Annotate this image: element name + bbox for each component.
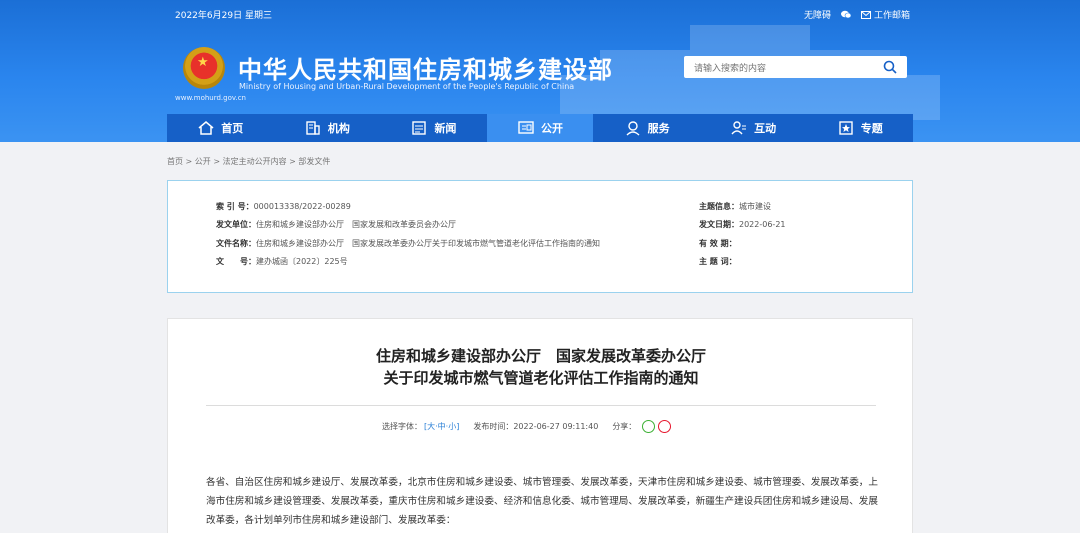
- nav-label: 机构: [327, 122, 350, 135]
- document-metadata: 索 引 号：000013338/2022-00289 发文单位：住房和城乡建设部…: [167, 180, 913, 293]
- share-buttons: [642, 420, 672, 433]
- meta-issuer: 发文单位：住房和城乡建设部办公厅 国家发展和改革委员会办公厅: [216, 219, 456, 230]
- font-size-options: [大·中·小]: [424, 422, 460, 431]
- nav-label: 专题: [860, 122, 883, 135]
- wechat-icon[interactable]: [840, 10, 851, 19]
- nav-label: 新闻: [434, 122, 457, 135]
- article: 住房和城乡建设部办公厅 国家发展改革委办公厅 关于印发城市燃气管道老化评估工作指…: [167, 318, 913, 533]
- nav-label: 公开: [541, 122, 564, 135]
- share-label: 分享：: [612, 422, 637, 431]
- nav-service[interactable]: 服务: [593, 114, 700, 142]
- nav-topic[interactable]: 专题: [806, 114, 913, 142]
- search-box: [684, 56, 907, 80]
- font-size-large[interactable]: 大: [427, 422, 435, 431]
- wechat-share-icon[interactable]: [642, 420, 656, 433]
- top-bar: 2022年6月29日 星期三 无障碍 工作邮箱: [175, 8, 910, 22]
- article-tools: 选择字体： [大·中·小] 发布时间： 2022-06-27 09:11:40 …: [382, 420, 672, 433]
- news-icon: [412, 121, 427, 135]
- breadcrumb[interactable]: 首页 > 公开 > 法定主动公开内容 > 部发文件: [167, 156, 330, 167]
- meta-key: 主题信息：: [699, 202, 739, 211]
- site-title[interactable]: 中华人民共和国住房和城乡建设部: [238, 50, 613, 85]
- topic-icon: [839, 121, 853, 135]
- meta-valid: 有 效 期：: [699, 238, 737, 249]
- meta-key: 发文单位：: [216, 220, 256, 229]
- search-input[interactable]: [684, 58, 869, 80]
- nav-interact[interactable]: 互动: [700, 114, 807, 142]
- meta-value: 住房和城乡建设部办公厅 国家发展改革委办公厅关于印发城市燃气管道老化评估工作指南…: [256, 239, 600, 248]
- font-size-medium[interactable]: 中: [438, 422, 446, 431]
- nav-news[interactable]: 新闻: [380, 114, 487, 142]
- current-date: 2022年6月29日 星期三: [175, 11, 272, 21]
- email-link[interactable]: 工作邮箱: [860, 8, 910, 21]
- open-icon: [518, 121, 534, 134]
- site-subtitle-en: Ministry of Housing and Urban-Rural Deve…: [239, 82, 575, 91]
- meta-docno: 文 号：建办城函〔2022〕225号: [216, 256, 348, 267]
- site-url: www.mohurd.gov.cn: [175, 94, 246, 102]
- meta-name: 文件名称：住房和城乡建设部办公厅 国家发展改革委办公厅关于印发城市燃气管道老化评…: [216, 238, 600, 249]
- email-label: 工作邮箱: [873, 11, 910, 21]
- mail-icon: [860, 10, 871, 19]
- meta-key: 文件名称：: [216, 239, 256, 248]
- font-size-label: 选择字体：: [382, 422, 422, 431]
- home-icon: [198, 121, 214, 135]
- meta-key: 索 引 号：: [216, 202, 254, 211]
- meta-value: 000013338/2022-00289: [253, 202, 351, 211]
- meta-key: 文 号：: [216, 257, 256, 266]
- meta-index: 索 引 号：000013338/2022-00289: [216, 201, 351, 212]
- weibo-share-icon[interactable]: [658, 420, 672, 433]
- meta-date: 发文日期：2022-06-21: [699, 219, 786, 230]
- building-icon: [306, 121, 320, 135]
- nav-open[interactable]: 公开: [486, 114, 594, 142]
- font-size-small[interactable]: 小: [448, 422, 456, 431]
- meta-value: 2022-06-21: [739, 220, 786, 229]
- service-icon: [626, 121, 640, 136]
- accessibility-link[interactable]: 无障碍: [804, 8, 831, 21]
- meta-value: 建办城函〔2022〕225号: [256, 257, 348, 266]
- meta-topic: 主题信息：城市建设: [699, 201, 771, 212]
- nav-label: 首页: [221, 122, 244, 135]
- title-divider: [206, 405, 876, 406]
- publish-time: 2022-06-27 09:11:40: [513, 422, 599, 431]
- search-icon[interactable]: [883, 60, 897, 74]
- meta-value: 住房和城乡建设部办公厅 国家发展和改革委员会办公厅: [256, 220, 456, 229]
- article-title-line2: 关于印发城市燃气管道老化评估工作指南的通知: [383, 369, 699, 387]
- publish-label: 发布时间：: [473, 422, 514, 431]
- nav-label: 服务: [647, 122, 670, 135]
- article-body: 各省、自治区住房和城乡建设厅、发展改革委，北京市住房和城乡建设委、城市管理委、发…: [206, 477, 878, 526]
- nav-label: 互动: [754, 122, 777, 135]
- interact-icon: [731, 121, 747, 135]
- meta-key: 发文日期：: [699, 220, 739, 229]
- article-title-line1: 住房和城乡建设部办公厅 国家发展改革委办公厅: [375, 347, 706, 365]
- site-header: 2022年6月29日 星期三 无障碍 工作邮箱 ★ www.mohurd.gov…: [0, 0, 1080, 142]
- nav-organization[interactable]: 机构: [274, 114, 381, 142]
- national-emblem-icon: ★: [183, 47, 225, 89]
- meta-keyword: 主 题 词：: [699, 256, 737, 267]
- meta-value: 城市建设: [739, 202, 771, 211]
- meta-key: 有 效 期：: [699, 239, 737, 248]
- meta-key: 主 题 词：: [699, 257, 737, 266]
- nav-home[interactable]: 首页: [167, 114, 274, 142]
- main-nav: 首页 机构 新闻 公开 服务 互动 专题: [167, 114, 913, 142]
